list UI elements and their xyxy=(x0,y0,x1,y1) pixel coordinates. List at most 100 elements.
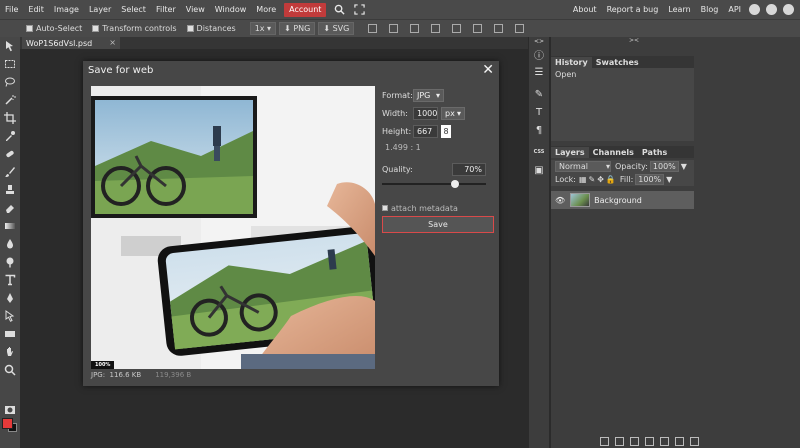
tab-history[interactable]: History xyxy=(551,57,592,68)
menu-view[interactable]: View xyxy=(181,0,210,19)
transform-controls-checkbox[interactable] xyxy=(92,25,100,32)
menu-file[interactable]: File xyxy=(0,0,23,19)
trash-icon[interactable] xyxy=(690,436,699,446)
image-icon[interactable]: ▣ xyxy=(529,161,549,179)
fill-arrow-icon[interactable]: ▼ xyxy=(666,175,672,184)
link-layers-icon[interactable] xyxy=(600,436,609,446)
tab-layers[interactable]: Layers xyxy=(551,147,589,158)
new-layer-icon[interactable] xyxy=(675,436,684,446)
unit-select[interactable]: px ▾ xyxy=(441,106,465,120)
menu-more[interactable]: More xyxy=(251,0,281,19)
link-blog[interactable]: Blog xyxy=(696,0,724,19)
info-icon[interactable]: ⓘ xyxy=(529,45,549,63)
opacity-input[interactable]: 100% xyxy=(649,161,679,172)
link-chain-icon[interactable]: 8 xyxy=(441,124,451,138)
eyedropper-tool[interactable] xyxy=(0,127,20,145)
align-left-icon[interactable] xyxy=(368,24,378,33)
menu-window[interactable]: Window xyxy=(210,0,252,19)
close-icon[interactable]: ✕ xyxy=(482,62,494,78)
expand-panels-icon[interactable]: <> xyxy=(529,37,549,45)
character-icon[interactable]: T xyxy=(529,103,549,121)
blur-tool[interactable] xyxy=(0,253,20,271)
menu-edit[interactable]: Edit xyxy=(23,0,49,19)
adjustment-layer-icon[interactable] xyxy=(630,436,639,446)
lock-move-icon[interactable]: ✥ xyxy=(597,175,604,184)
shape-tool[interactable] xyxy=(0,325,20,343)
healing-brush-tool[interactable] xyxy=(0,145,20,163)
slider-knob[interactable] xyxy=(450,180,459,188)
auto-select-option[interactable]: Auto-Select xyxy=(26,24,82,33)
blend-mode-select[interactable]: Normal ▾ xyxy=(555,161,611,172)
tab-swatches[interactable]: Swatches xyxy=(592,57,643,68)
tab-channels[interactable]: Channels xyxy=(589,147,638,158)
align-center-icon[interactable] xyxy=(389,24,399,33)
zoom-select[interactable]: 1x ▾ xyxy=(249,22,277,35)
width-input[interactable]: 1000 xyxy=(413,106,438,120)
mask-icon[interactable] xyxy=(645,436,654,446)
crop-tool[interactable] xyxy=(0,109,20,127)
account-button[interactable]: Account xyxy=(284,2,327,17)
gradient-tool[interactable] xyxy=(0,217,20,235)
effects-icon[interactable] xyxy=(615,436,624,446)
attach-metadata-option[interactable]: attach metadata xyxy=(382,203,494,213)
lock-transparency-icon[interactable]: ▦ xyxy=(579,175,587,184)
foreground-color-swatch[interactable] xyxy=(2,418,13,429)
save-button[interactable]: Save xyxy=(382,216,494,233)
opacity-arrow-icon[interactable]: ▼ xyxy=(681,162,687,171)
distances-option[interactable]: Distances xyxy=(186,24,236,33)
folder-icon[interactable] xyxy=(660,436,669,446)
link-report-bug[interactable]: Report a bug xyxy=(602,0,664,19)
align-bottom-icon[interactable] xyxy=(473,24,483,33)
text-tool[interactable] xyxy=(0,271,20,289)
brush-tool[interactable] xyxy=(0,163,20,181)
menu-select[interactable]: Select xyxy=(116,0,151,19)
quality-input[interactable]: 70% xyxy=(452,162,486,176)
lock-all-icon[interactable]: 🔒 xyxy=(606,175,616,184)
export-svg-button[interactable]: ⬇ SVG xyxy=(318,22,355,35)
layer-row-background[interactable]: 👁 Background xyxy=(551,191,694,209)
close-tab-icon[interactable]: × xyxy=(109,38,116,47)
link-learn[interactable]: Learn xyxy=(663,0,695,19)
facebook-icon[interactable] xyxy=(783,4,794,15)
menu-image[interactable]: Image xyxy=(49,0,84,19)
hand-tool[interactable] xyxy=(0,343,20,361)
transform-controls-option[interactable]: Transform controls xyxy=(92,24,177,33)
eraser-tool[interactable] xyxy=(0,199,20,217)
adjustments-icon[interactable]: ☰ xyxy=(529,63,549,81)
twitter-icon[interactable] xyxy=(766,4,777,15)
distribute-vertical-icon[interactable] xyxy=(515,24,525,33)
fullscreen-icon[interactable] xyxy=(352,3,366,17)
paragraph-icon[interactable]: ¶ xyxy=(529,121,549,139)
marquee-tool[interactable] xyxy=(0,55,20,73)
menu-filter[interactable]: Filter xyxy=(151,0,181,19)
path-select-tool[interactable] xyxy=(0,307,20,325)
collapse-panel-icon[interactable]: >< xyxy=(629,37,639,44)
quality-slider[interactable] xyxy=(382,179,494,189)
css-icon[interactable]: CSS xyxy=(529,143,549,161)
distribute-horizontal-icon[interactable] xyxy=(494,24,504,33)
align-top-icon[interactable] xyxy=(431,24,441,33)
pen-tool[interactable] xyxy=(0,289,20,307)
zoom-tool[interactable] xyxy=(0,361,20,379)
search-icon[interactable] xyxy=(332,3,346,17)
export-png-button[interactable]: ⬇ PNG xyxy=(279,22,316,35)
align-middle-icon[interactable] xyxy=(452,24,462,33)
history-item[interactable]: Open xyxy=(555,70,690,79)
link-about[interactable]: About xyxy=(568,0,602,19)
lock-paint-icon[interactable]: ✎ xyxy=(589,175,596,184)
distances-checkbox[interactable] xyxy=(186,25,194,32)
link-api[interactable]: API xyxy=(723,0,746,19)
height-input[interactable]: 667 xyxy=(413,124,438,138)
fill-input[interactable]: 100% xyxy=(635,174,665,185)
clone-stamp-tool[interactable] xyxy=(0,181,20,199)
document-tab[interactable]: WoP1S6dVsl.psd × xyxy=(22,37,120,49)
attach-metadata-checkbox[interactable] xyxy=(382,205,388,211)
auto-select-checkbox[interactable] xyxy=(26,25,33,32)
align-right-icon[interactable] xyxy=(410,24,420,33)
format-select[interactable]: JPG ▾ xyxy=(413,88,444,102)
brush-settings-icon[interactable]: ✎ xyxy=(529,85,549,103)
reddit-icon[interactable] xyxy=(749,4,760,15)
move-tool[interactable] xyxy=(0,37,20,55)
magic-wand-tool[interactable] xyxy=(0,91,20,109)
lasso-tool[interactable] xyxy=(0,73,20,91)
